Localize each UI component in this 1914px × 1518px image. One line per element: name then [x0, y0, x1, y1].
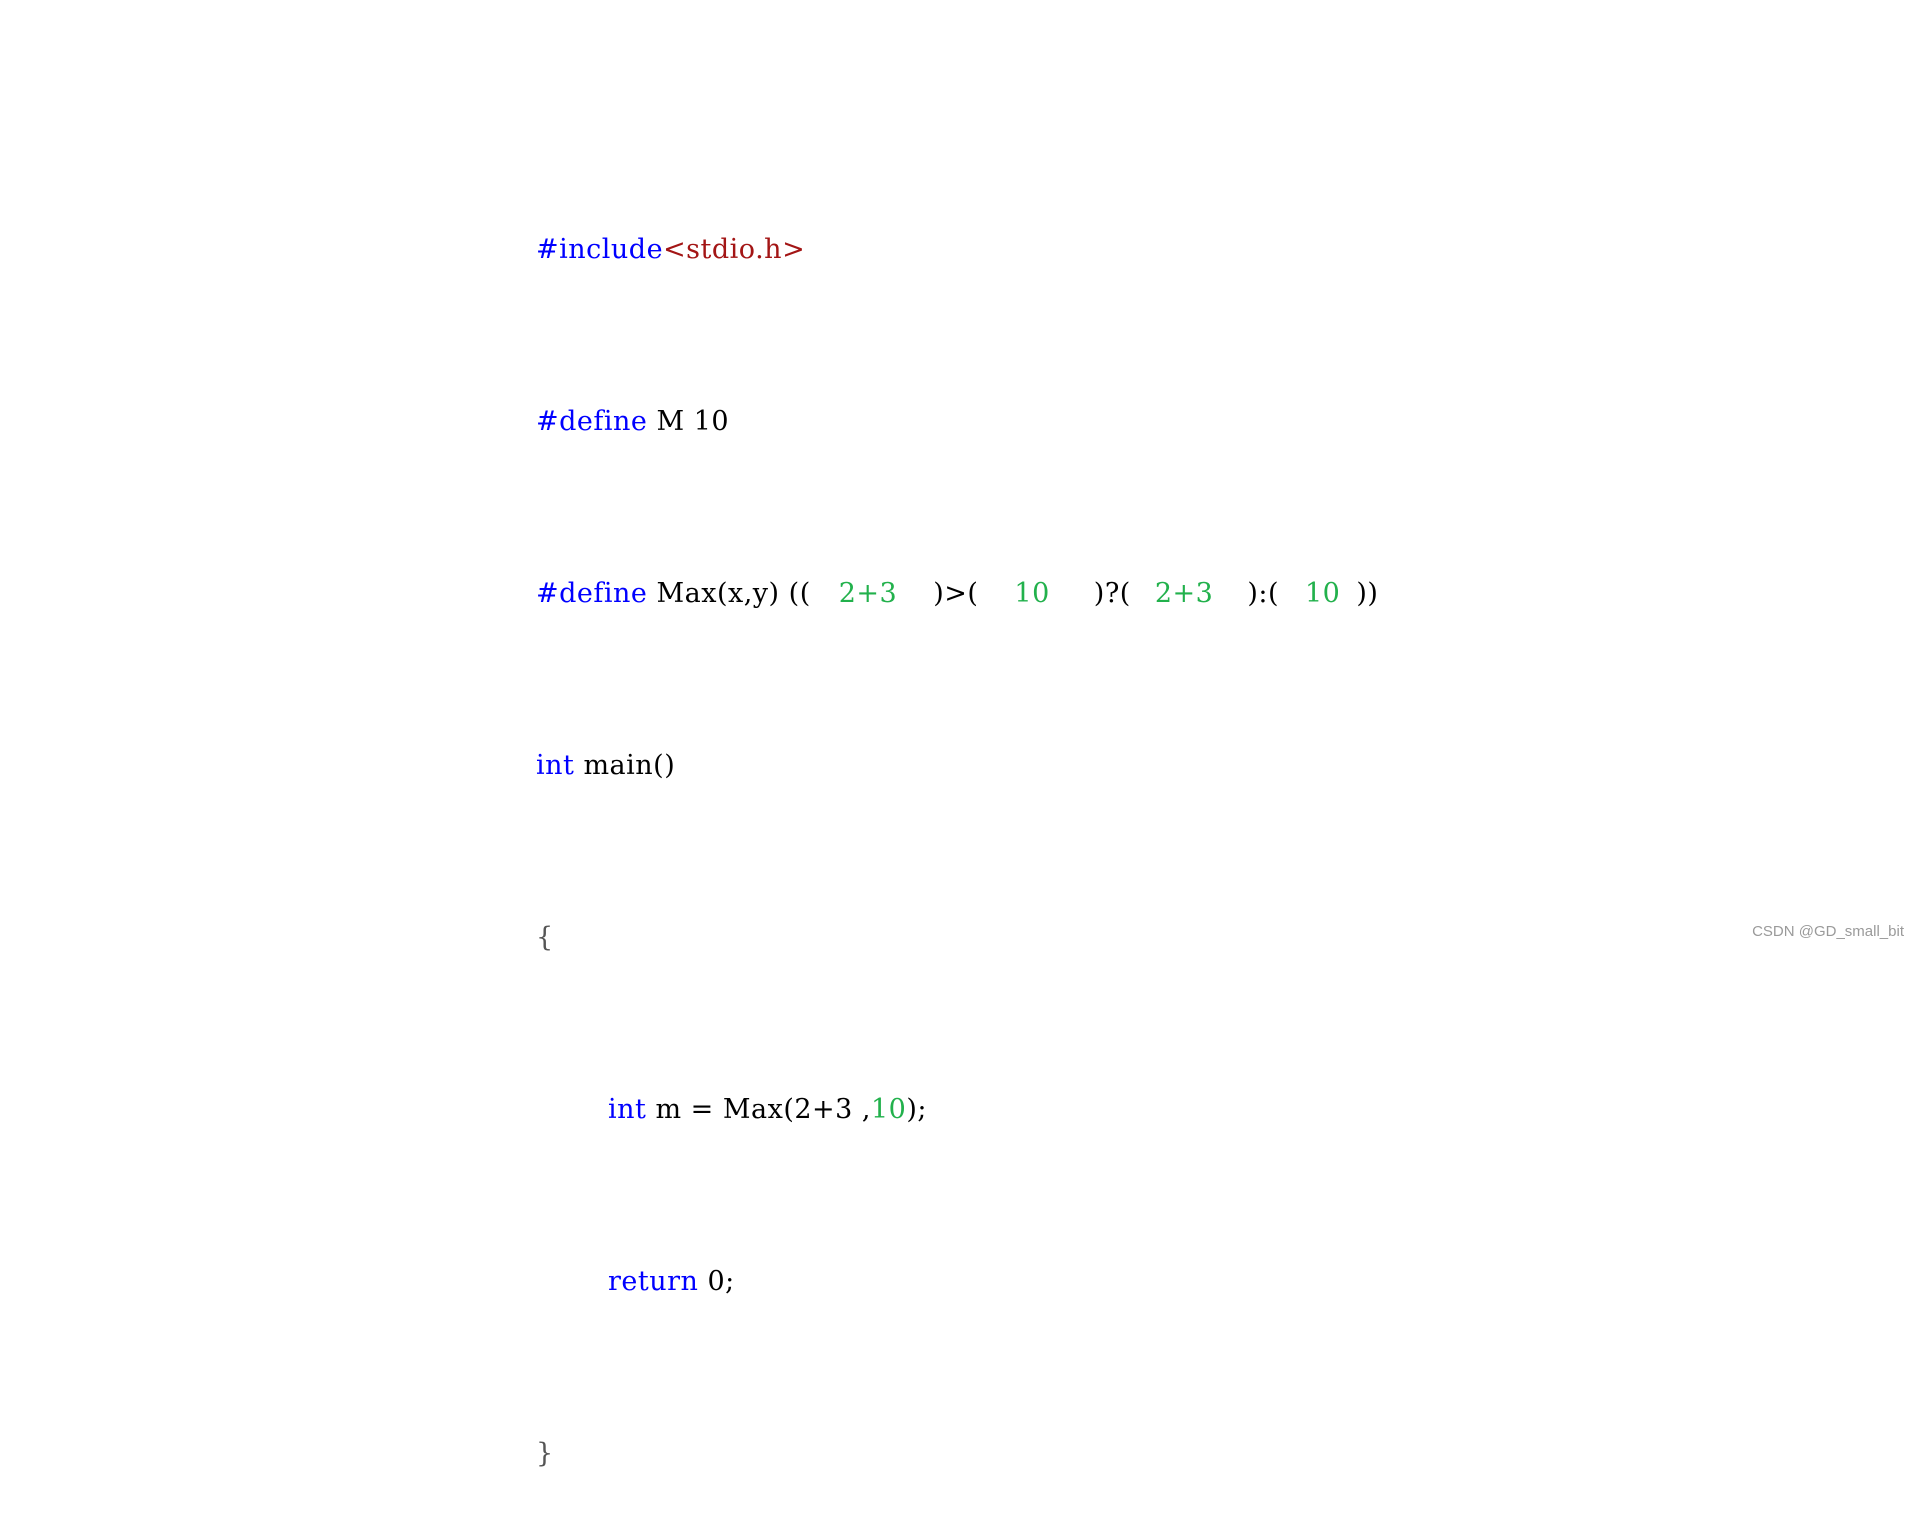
preprocessor-directive: #include: [536, 234, 664, 265]
macro-arg-expansion: 10: [1304, 578, 1341, 609]
code-line-define-max: #define Max(x,y) (( 2+3 )>( 10 )?( 2+3 ):( 10)): [536, 572, 1378, 615]
code-line-return: return 0;: [536, 1260, 1378, 1303]
macro-operator: )>(: [933, 578, 979, 609]
code-line-define-m: #define M 10: [536, 400, 1378, 443]
macro-arg-expansion: 10: [1014, 578, 1050, 609]
close-brace: }: [536, 1438, 554, 1469]
macro-signature: Max(x,y) ((: [647, 578, 811, 609]
header-name: <stdio.h>: [663, 234, 806, 265]
preprocessor-directive: #define: [536, 578, 648, 609]
macro-arg-expansion: 2+3: [1154, 578, 1214, 609]
function-signature: main(): [574, 750, 676, 781]
code-line-close-brace: }: [536, 1432, 1378, 1475]
type-keyword: int: [608, 1094, 647, 1125]
macro-operator: ):(: [1247, 578, 1279, 609]
number-literal: 10: [871, 1094, 907, 1125]
assignment-expression: m = Max(2+3 ,: [646, 1094, 871, 1125]
return-keyword: return: [608, 1266, 699, 1297]
code-line-open-brace: {: [536, 916, 1378, 959]
macro-arg-expansion: 2+3: [838, 578, 898, 609]
code-line-include: #include<stdio.h>: [536, 228, 1378, 271]
open-brace: {: [536, 922, 554, 953]
macro-close: )): [1356, 578, 1379, 609]
statement-end: );: [906, 1094, 927, 1125]
code-line-assignment: int m = Max(2+3 ,10);: [536, 1088, 1378, 1131]
preprocessor-directive: #define: [536, 406, 648, 437]
watermark: CSDN @GD_small_bit: [1752, 923, 1904, 940]
macro-operator: )?(: [1093, 578, 1131, 609]
code-block: #include<stdio.h> #define M 10 #define M…: [536, 142, 1378, 1518]
return-value: 0;: [698, 1266, 735, 1297]
macro-definition: M 10: [647, 406, 730, 437]
code-line-main: int main(): [536, 744, 1378, 787]
type-keyword: int: [536, 750, 575, 781]
